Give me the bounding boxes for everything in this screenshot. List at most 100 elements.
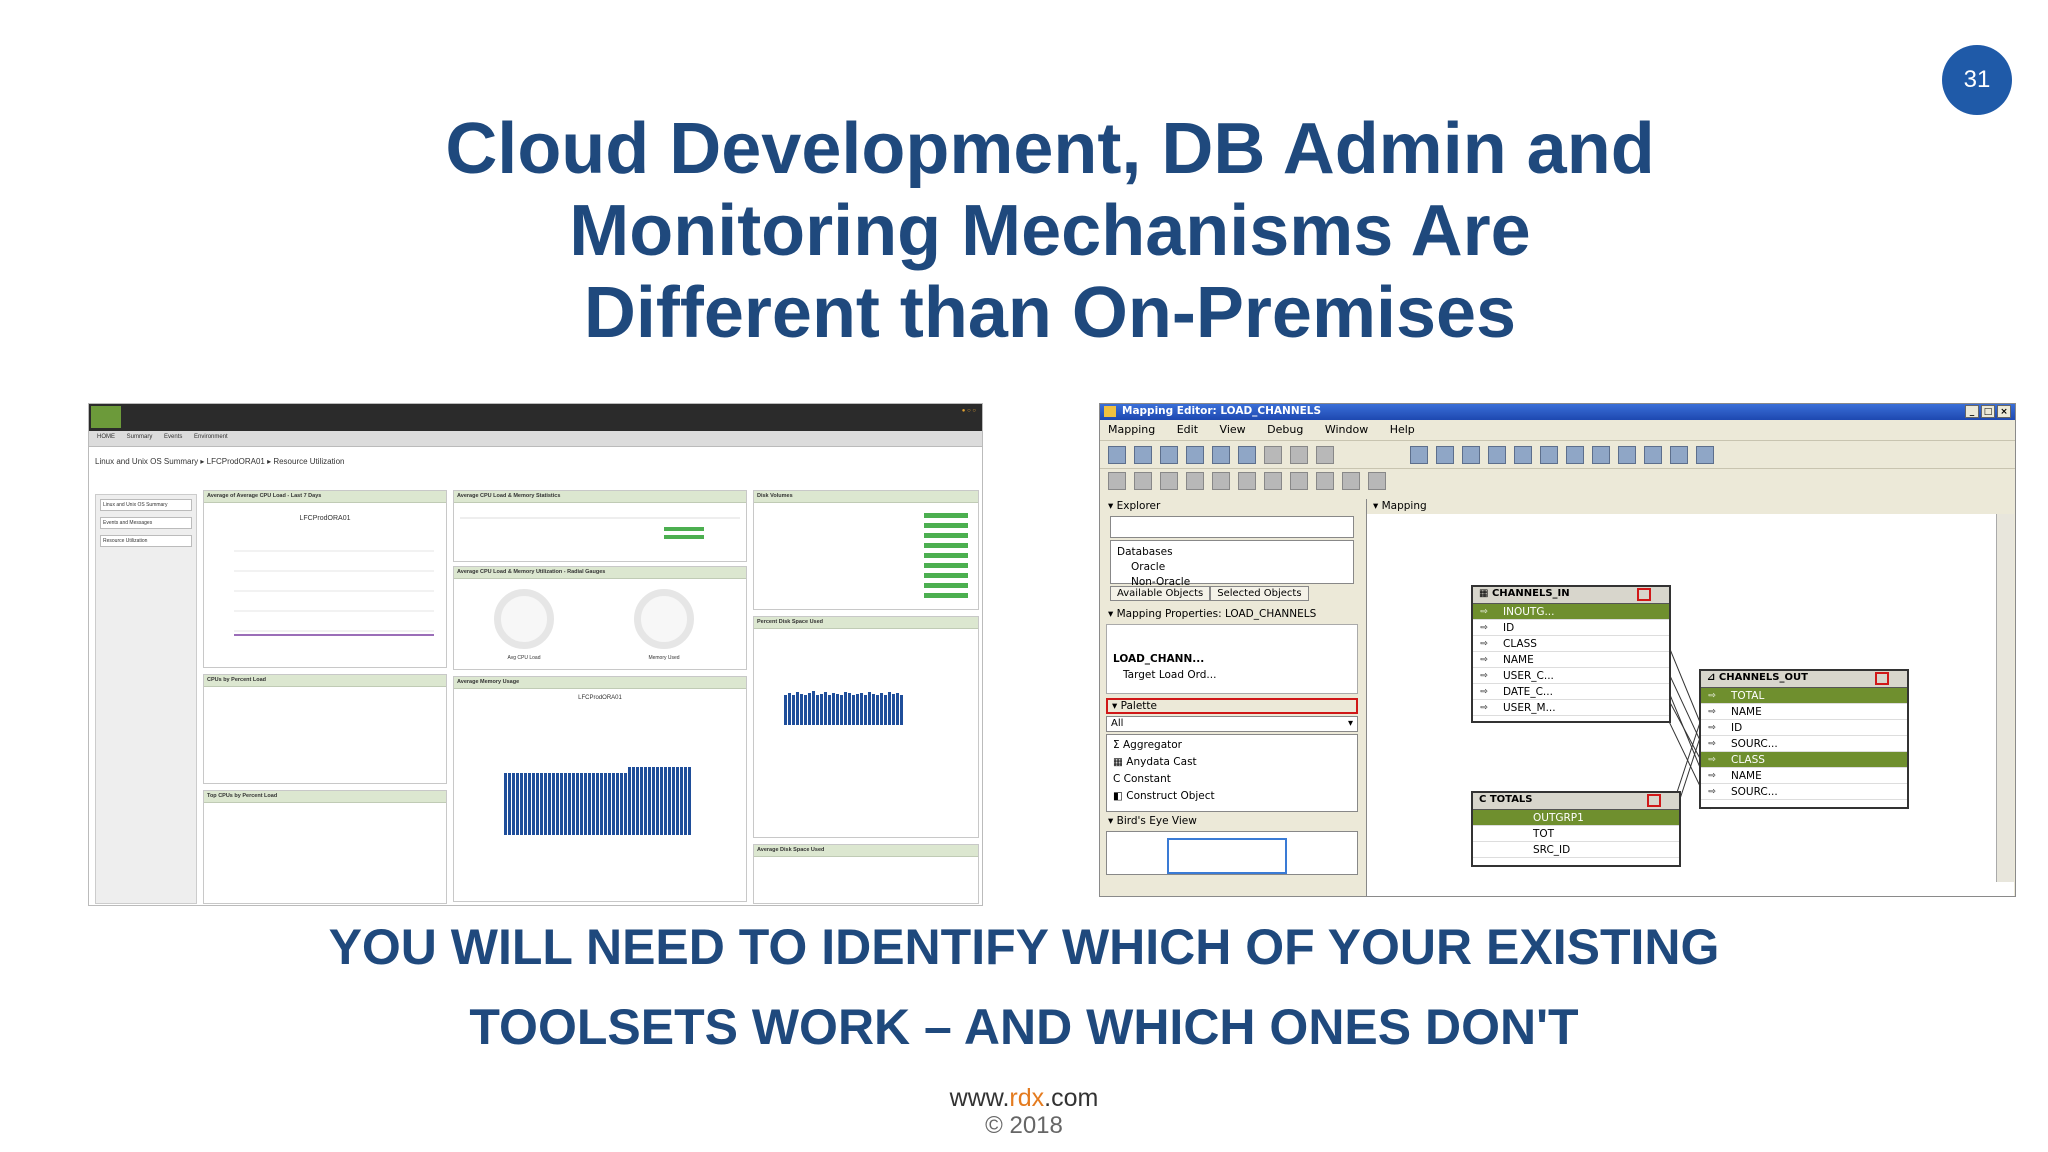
tree-oracle[interactable]: Oracle	[1117, 560, 1347, 575]
palette-item[interactable]: ▦ Anydata Cast	[1113, 754, 1351, 771]
toolbar-icon[interactable]	[1368, 471, 1386, 490]
menu-mapping[interactable]: Mapping	[1108, 423, 1155, 436]
toolbar-icon[interactable]	[1488, 445, 1506, 464]
dash-nav-home[interactable]: HOME	[97, 434, 115, 440]
toolbar-icon[interactable]	[1160, 445, 1178, 464]
palette-item[interactable]: Σ Aggregator	[1113, 737, 1351, 754]
palette-item[interactable]: C Constant	[1113, 771, 1351, 788]
toolbar-icon[interactable]	[1644, 445, 1662, 464]
dashboard-logo	[91, 406, 121, 428]
properties-field[interactable]: Target Load Ord...	[1113, 667, 1351, 683]
panel-percent-disk: Percent Disk Space Used	[753, 616, 979, 838]
dash-nav-events[interactable]: Events	[164, 434, 182, 440]
tab-selected-objects[interactable]: Selected Objects	[1210, 586, 1309, 601]
toolbar-icon[interactable]	[1108, 471, 1126, 490]
expand-icon[interactable]	[1647, 794, 1661, 807]
palette-header[interactable]: ▾ Palette	[1106, 698, 1358, 714]
table-totals-header: C TOTALS	[1473, 793, 1679, 810]
dash-side-resource[interactable]: Resource Utilization	[100, 535, 192, 547]
left-pane: Explorer Databases Oracle Non-Oracle Ava…	[1102, 499, 1362, 896]
footer-url[interactable]: www.rdx.com	[0, 1084, 2048, 1113]
toolbar-icon[interactable]	[1290, 471, 1308, 490]
toolbar-icon[interactable]	[1264, 471, 1282, 490]
table-row[interactable]: ⇨ TOTAL	[1701, 688, 1907, 704]
expand-icon[interactable]	[1875, 672, 1889, 685]
toolbar-icon[interactable]	[1342, 471, 1360, 490]
panel-cpu-load: Average of Average CPU Load - Last 7 Day…	[203, 490, 447, 668]
table-row[interactable]: OUTGRP1	[1473, 810, 1679, 826]
dashboard-breadcrumb-text: Linux and Unix OS Summary ▸ LFCProdORA01…	[95, 457, 345, 466]
toolbar-icon[interactable]	[1186, 445, 1204, 464]
pointer-icon[interactable]	[1410, 445, 1428, 464]
expand-icon[interactable]	[1637, 588, 1651, 601]
menu-view[interactable]: View	[1220, 423, 1246, 436]
table-channels-out[interactable]: ⊿ CHANNELS_OUT ⇨ TOTAL ⇨ NAME ⇨ ID ⇨ SOURC..…	[1699, 669, 1909, 809]
toolbar-icon[interactable]	[1592, 445, 1610, 464]
table-row[interactable]: ⇨ ID	[1701, 720, 1907, 736]
toolbar-icon[interactable]	[1316, 445, 1334, 464]
dash-side-events[interactable]: Events and Messages	[100, 517, 192, 529]
dash-nav-summary[interactable]: Summary	[127, 434, 153, 440]
toolbar-icon[interactable]	[1134, 471, 1152, 490]
toolbar-icon[interactable]	[1618, 445, 1636, 464]
toolbar-icon[interactable]	[1212, 445, 1230, 464]
table-row[interactable]: ⇨ NAME	[1701, 704, 1907, 720]
dash-nav-environment[interactable]: Environment	[194, 434, 228, 440]
table-row[interactable]: ⇨ DATE_C...	[1473, 684, 1669, 700]
table-channels-in[interactable]: ▦ CHANNELS_IN ⇨ INOUTG... ⇨ ID ⇨ CLASS ⇨ NAM…	[1471, 585, 1671, 723]
palette-item[interactable]: ◧ Construct Object	[1113, 788, 1351, 805]
table-row[interactable]: ⇨ SOURC...	[1701, 784, 1907, 800]
table-row[interactable]: ⇨ ID	[1473, 620, 1669, 636]
palette-filter-select[interactable]: All ▾	[1106, 716, 1358, 732]
table-row[interactable]: ⇨ SOURC...	[1701, 736, 1907, 752]
dash-side-summary[interactable]: Linux and Unix OS Summary	[100, 499, 192, 511]
toolbar-icon[interactable]	[1238, 445, 1256, 464]
toolbar-icon[interactable]	[1696, 445, 1714, 464]
mapping-canvas[interactable]: Mapping ▦ CHANNELS_IN ⇨INOUTG... ⇨ID ⇨CL…	[1366, 499, 2014, 896]
table-row[interactable]: SRC_ID	[1473, 842, 1679, 858]
minimize-icon[interactable]: _	[1965, 405, 1979, 418]
toolbar-icon[interactable]	[1264, 445, 1282, 464]
menu-help[interactable]: Help	[1390, 423, 1415, 436]
zoom-in-icon[interactable]	[1514, 445, 1532, 464]
properties-header[interactable]: Mapping Properties: LOAD_CHANNELS	[1102, 607, 1362, 622]
table-row[interactable]: ⇨ NAME	[1701, 768, 1907, 784]
explorer-header[interactable]: Explorer	[1102, 499, 1362, 514]
hand-icon[interactable]	[1436, 445, 1454, 464]
menu-edit[interactable]: Edit	[1177, 423, 1198, 436]
zoom-out-icon[interactable]	[1540, 445, 1558, 464]
properties-object[interactable]: LOAD_CHANN...	[1113, 651, 1351, 667]
dashboard-breadcrumb: Linux and Unix OS Summary ▸ LFCProdORA01…	[89, 447, 982, 487]
tab-available-objects[interactable]: Available Objects	[1110, 586, 1211, 601]
toolbar-icon[interactable]	[1186, 471, 1204, 490]
table-row[interactable]: ⇨ USER_M...	[1473, 700, 1669, 716]
toolbar-icon[interactable]	[1212, 471, 1230, 490]
toolbar-icon[interactable]	[1566, 445, 1584, 464]
toolbar-icon[interactable]	[1462, 445, 1480, 464]
chevron-down-icon: ▾	[1347, 718, 1353, 729]
tree-databases[interactable]: Databases	[1117, 545, 1347, 560]
panel-disk-volumes-header: Disk Volumes	[754, 491, 978, 503]
table-row[interactable]: TOT	[1473, 826, 1679, 842]
toolbar-icon[interactable]	[1238, 471, 1256, 490]
maximize-icon[interactable]: □	[1981, 405, 1995, 418]
dashboard-sidebar: Linux and Unix OS Summary Events and Mes…	[95, 494, 197, 904]
toolbar-icon[interactable]	[1670, 445, 1688, 464]
table-row[interactable]: ⇨ CLASS	[1701, 752, 1907, 768]
toolbar-icon[interactable]	[1160, 471, 1178, 490]
toolbar-icon[interactable]	[1316, 471, 1334, 490]
table-row[interactable]: ⇨ CLASS	[1473, 636, 1669, 652]
table-row[interactable]: ⇨ NAME	[1473, 652, 1669, 668]
toolbar-icon[interactable]	[1108, 445, 1126, 464]
table-totals[interactable]: C TOTALS OUTGRP1 TOT SRC_ID	[1471, 791, 1681, 867]
birds-eye-header[interactable]: Bird's Eye View	[1102, 814, 1362, 829]
close-icon[interactable]: ×	[1997, 405, 2011, 418]
menu-debug[interactable]: Debug	[1267, 423, 1303, 436]
toolbar-icon[interactable]	[1134, 445, 1152, 464]
birds-eye-view[interactable]	[1106, 831, 1358, 875]
menu-window[interactable]: Window	[1325, 423, 1368, 436]
dashboard-user-info: ● ○ ○	[961, 408, 976, 414]
table-row[interactable]: ⇨ INOUTG...	[1473, 604, 1669, 620]
toolbar-icon[interactable]	[1290, 445, 1308, 464]
table-row[interactable]: ⇨ USER_C...	[1473, 668, 1669, 684]
